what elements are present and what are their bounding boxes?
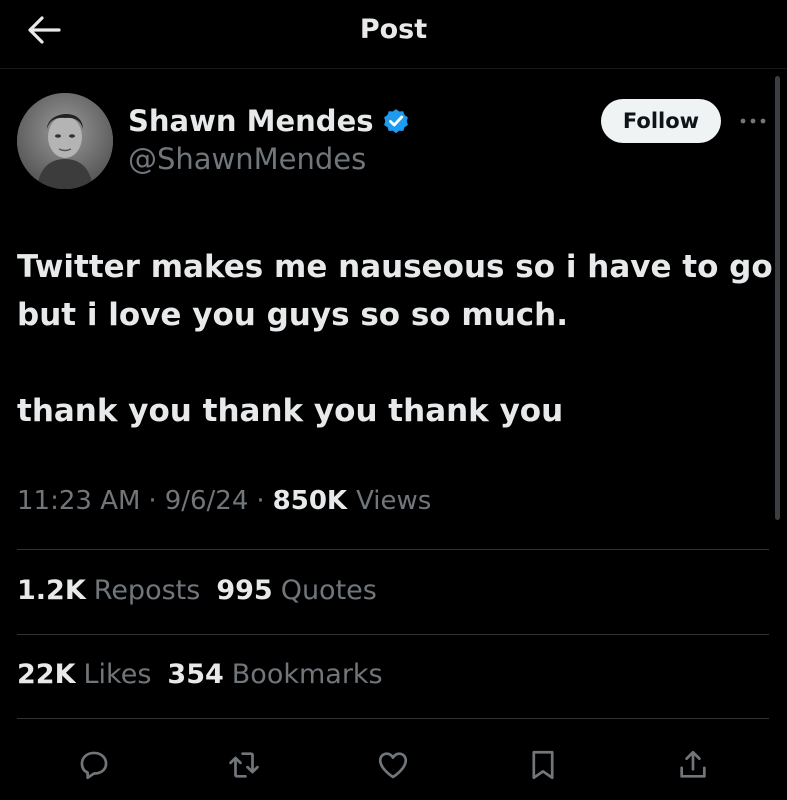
header-divider [0, 68, 787, 69]
bookmark-icon [532, 750, 554, 780]
reposts-quotes-row: 1.2K Reposts 995 Quotes [17, 575, 393, 606]
share-icon [680, 750, 706, 778]
reply-button[interactable] [72, 743, 116, 787]
scrollbar[interactable] [775, 76, 780, 520]
views-label: Views [356, 486, 432, 516]
reposts-link[interactable]: Reposts [94, 575, 201, 606]
repost-icon [229, 752, 259, 778]
bookmarks-label: Bookmarks [231, 659, 383, 690]
page-title: Post [359, 14, 428, 45]
post-text-line: but i love you guys so so much. [17, 297, 568, 333]
reply-icon [80, 751, 108, 780]
bookmark-button[interactable] [521, 743, 565, 787]
divider [17, 718, 769, 719]
share-button[interactable] [671, 743, 715, 787]
more-horizontal-icon [740, 118, 766, 124]
divider [17, 549, 769, 550]
separator-dot: · [148, 486, 157, 516]
like-button[interactable] [371, 743, 415, 787]
verified-badge-icon [383, 109, 408, 134]
divider [17, 634, 769, 635]
likes-count[interactable]: 22K [17, 659, 76, 690]
like-icon [378, 752, 408, 779]
author-display-name[interactable]: Shawn Mendes [128, 104, 374, 138]
post-text: Twitter makes me nauseous so i have to g… [17, 243, 773, 435]
reposts-count[interactable]: 1.2K [17, 575, 86, 606]
post-text-line: Twitter makes me nauseous so i have to g… [17, 249, 773, 285]
follow-button[interactable]: Follow [601, 99, 721, 143]
action-bar [0, 735, 787, 791]
post-date[interactable]: 9/6/24 [165, 486, 249, 516]
avatar[interactable] [17, 93, 113, 189]
author-handle[interactable]: @ShawnMendes [128, 142, 366, 176]
likes-bookmarks-row: 22K Likes 354 Bookmarks [17, 659, 399, 690]
post-text-line: thank you thank you thank you [17, 393, 564, 429]
quotes-link[interactable]: Quotes [281, 575, 377, 606]
top-bar: Post [0, 0, 787, 64]
quotes-count[interactable]: 995 [216, 575, 272, 606]
author-name-row[interactable]: Shawn Mendes [128, 102, 411, 140]
avatar-photo [17, 93, 113, 189]
post-time[interactable]: 11:23 AM [17, 486, 140, 516]
repost-button[interactable] [222, 743, 266, 787]
separator-dot: · [256, 486, 265, 516]
bookmarks-count: 354 [167, 659, 224, 690]
post-meta: 11:23 AM · 9/6/24 · 850K Views [17, 486, 431, 516]
more-options-button[interactable] [737, 110, 769, 132]
likes-link[interactable]: Likes [84, 659, 152, 690]
views-count: 850K [272, 486, 348, 516]
